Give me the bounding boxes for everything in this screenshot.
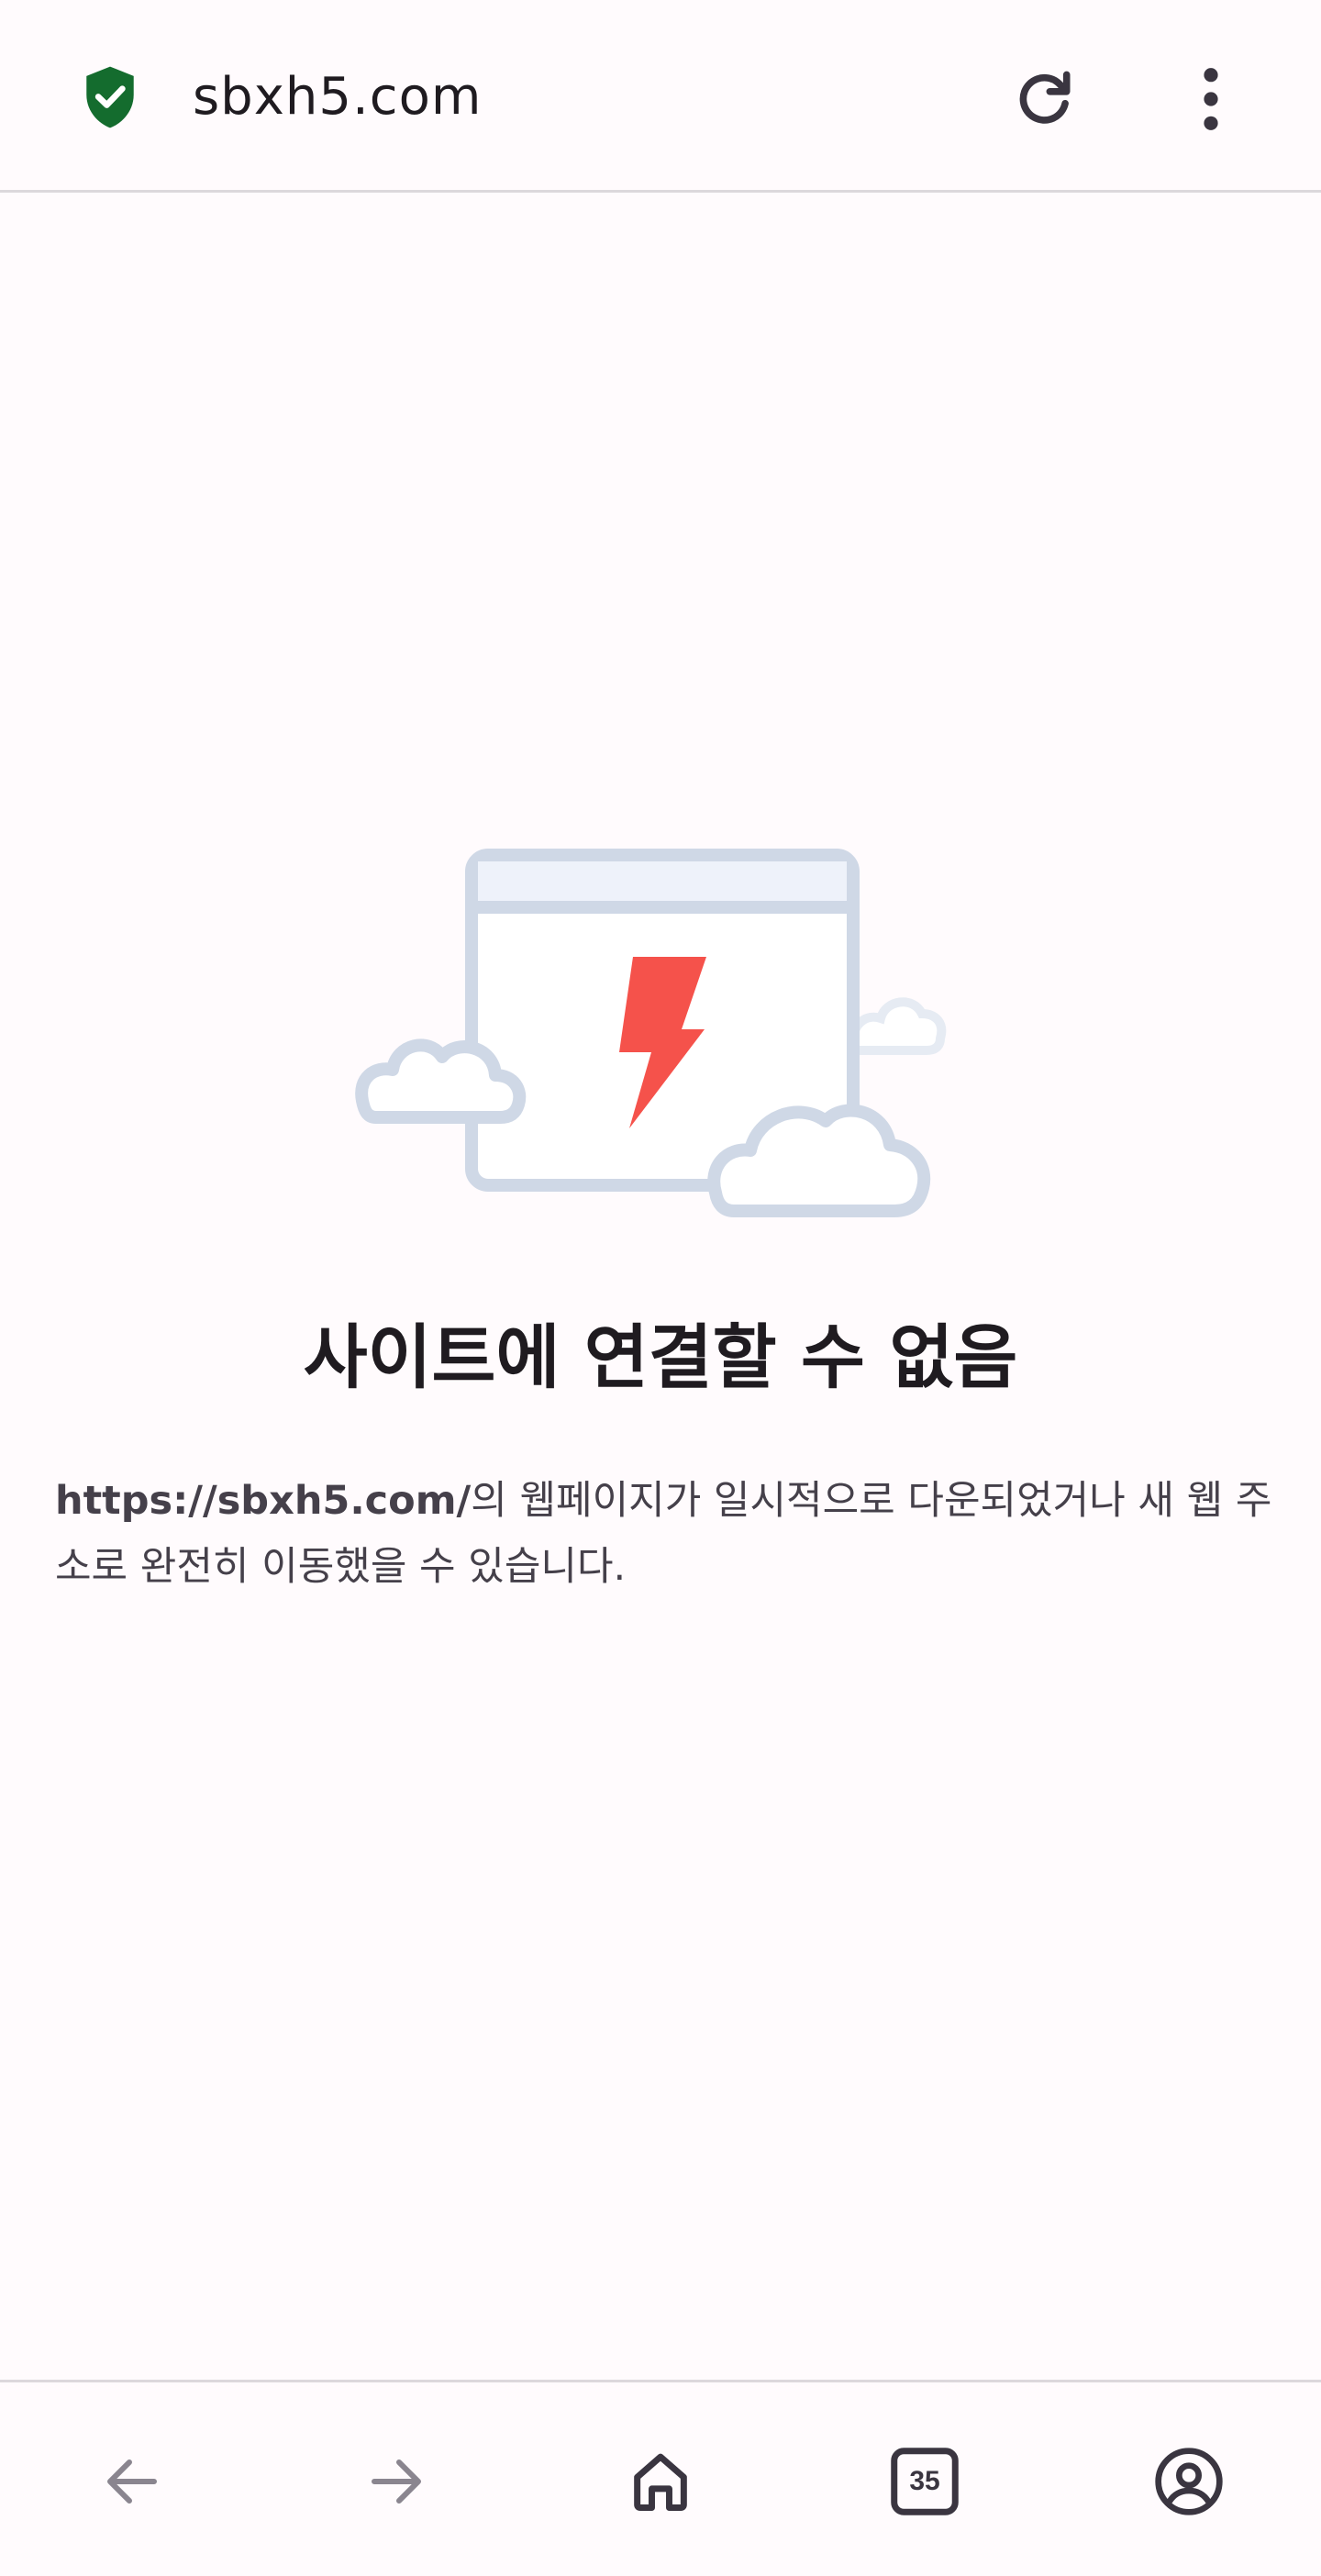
tab-count: 35 xyxy=(909,2466,940,2496)
home-icon xyxy=(634,2453,687,2511)
shield-check-icon[interactable] xyxy=(81,64,139,130)
connection-error-illustration xyxy=(355,849,947,1217)
tabs-button[interactable]: 35 xyxy=(886,2443,963,2520)
reload-icon[interactable] xyxy=(1009,64,1079,134)
error-title: 사이트에 연결할 수 없음 xyxy=(303,1316,1018,1398)
home-button[interactable] xyxy=(622,2443,699,2520)
bottom-navigation: 35 xyxy=(0,2380,1321,2576)
more-vert-icon[interactable] xyxy=(1183,64,1238,134)
error-url: https://sbxh5.com/ xyxy=(55,1478,472,1524)
address-bar: sbxh5.com xyxy=(0,0,1321,193)
error-description: https://sbxh5.com/의 웹페이지가 일시적으로 다운되었거나 새… xyxy=(55,1468,1275,1600)
forward-button[interactable] xyxy=(358,2443,435,2520)
account-circle-icon xyxy=(1155,2448,1223,2515)
arrow-forward-icon xyxy=(372,2459,421,2504)
arrow-back-icon xyxy=(107,2459,157,2504)
browser-error-page: sbxh5.com 사이트에 연결할 수 없음 https://sbxh5.co… xyxy=(0,0,1321,2576)
back-button[interactable] xyxy=(94,2443,171,2520)
url-display[interactable]: sbxh5.com xyxy=(193,62,482,132)
cloud-icon xyxy=(848,997,947,1055)
account-button[interactable] xyxy=(1150,2443,1227,2520)
